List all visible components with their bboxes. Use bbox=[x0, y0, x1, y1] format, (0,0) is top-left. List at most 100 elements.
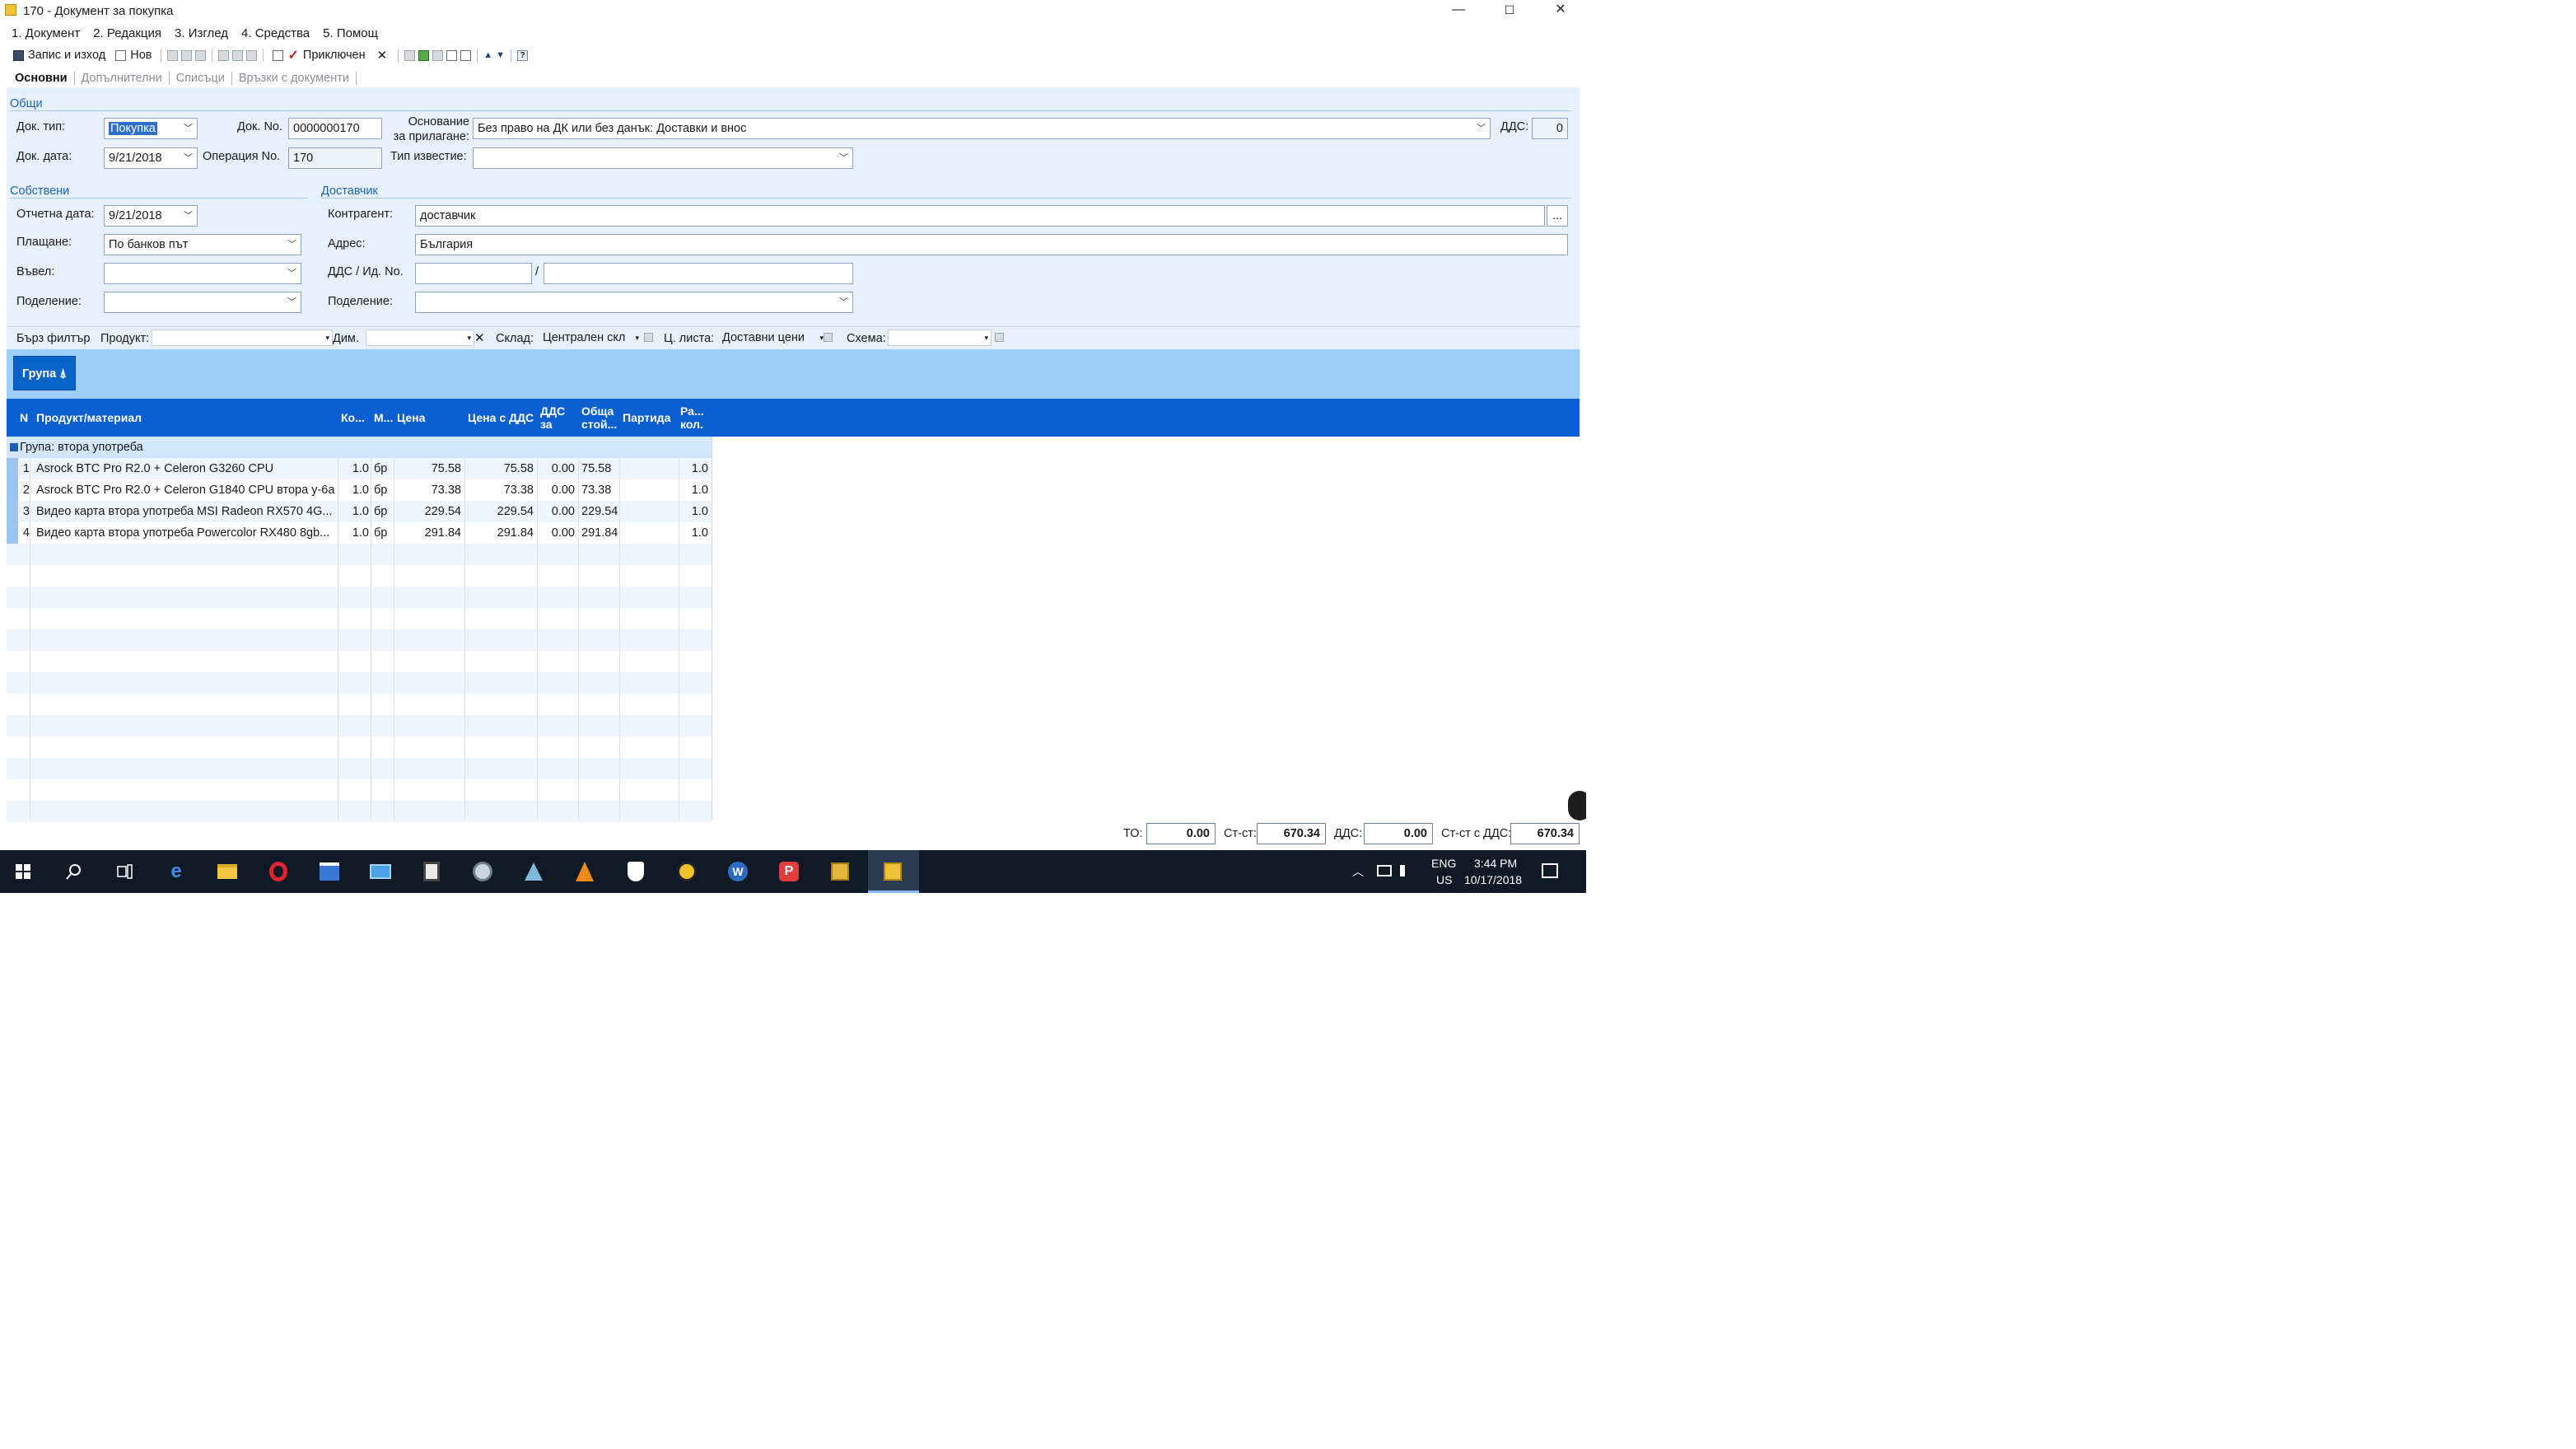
windows-start-icon[interactable] bbox=[12, 860, 35, 883]
table-row[interactable]: 2 Asrock BTC Pro R2.0 + Celeron G1840 CP… bbox=[7, 479, 712, 501]
word-icon[interactable]: W bbox=[726, 860, 749, 883]
basis-select[interactable]: Без право на ДК или без данък: Доставки … bbox=[473, 118, 1491, 139]
id-no-field[interactable] bbox=[544, 263, 853, 284]
task-view-icon[interactable] bbox=[114, 860, 137, 883]
col-header-batch[interactable]: Партида bbox=[623, 399, 670, 437]
save-exit-button[interactable]: Запис и изход bbox=[10, 47, 109, 63]
minimize-button[interactable]: — bbox=[1433, 0, 1484, 21]
tab-document-links[interactable]: Връзки с документи bbox=[232, 72, 357, 85]
vlc-icon[interactable] bbox=[573, 860, 596, 883]
row-selector[interactable] bbox=[7, 458, 18, 479]
row-selector[interactable] bbox=[7, 522, 18, 544]
doc-type-select[interactable]: Покупка ﹀ bbox=[104, 118, 198, 139]
paste-icon[interactable] bbox=[195, 49, 207, 61]
network-icon[interactable] bbox=[1377, 865, 1392, 876]
price-list-select[interactable]: Доставни цени ▾ bbox=[718, 330, 827, 346]
address-field[interactable]: България bbox=[415, 234, 1568, 255]
help-icon[interactable]: ? bbox=[517, 49, 528, 61]
menu-view[interactable]: 3. Изглед bbox=[165, 25, 231, 43]
report-date-picker[interactable]: 9/21/2018 ﹀ bbox=[104, 205, 198, 227]
excel-icon[interactable] bbox=[418, 49, 430, 61]
notification-center-icon[interactable] bbox=[1542, 863, 1558, 878]
print-preview-icon[interactable] bbox=[232, 49, 244, 61]
vat-id-field[interactable] bbox=[415, 263, 532, 284]
paint-icon[interactable] bbox=[522, 860, 545, 883]
copy-icon[interactable] bbox=[181, 49, 193, 61]
active-app-icon[interactable] bbox=[881, 860, 904, 883]
scheme-settings-icon[interactable] bbox=[995, 333, 1004, 342]
col-header-unit[interactable]: М... bbox=[374, 399, 393, 437]
export-icon[interactable] bbox=[246, 49, 258, 61]
file-explorer-icon[interactable] bbox=[216, 860, 239, 883]
price-list-settings-icon[interactable] bbox=[824, 333, 833, 342]
dim-filter-select[interactable]: ▾ bbox=[366, 330, 474, 346]
menu-tools[interactable]: 4. Средства bbox=[231, 25, 313, 43]
col-header-n[interactable]: N bbox=[20, 399, 28, 437]
notice-type-select[interactable]: ﹀ bbox=[473, 147, 853, 169]
collapse-group-icon[interactable] bbox=[10, 443, 18, 451]
group-row[interactable]: Група: втора употреба bbox=[7, 437, 712, 458]
opera-icon[interactable] bbox=[267, 860, 290, 883]
chat-bubble-icon[interactable] bbox=[1568, 791, 1586, 820]
menu-document[interactable]: 1. Документ bbox=[0, 25, 83, 43]
entered-by-select[interactable]: ﹀ bbox=[104, 263, 301, 284]
vat-field[interactable]: 0 bbox=[1532, 118, 1568, 139]
close-button[interactable]: ✕ bbox=[1535, 0, 1586, 21]
move-down-icon[interactable]: ▼ bbox=[496, 50, 505, 60]
language-line1[interactable]: ENG bbox=[1431, 857, 1456, 870]
clock-time[interactable]: 3:44 PM bbox=[1474, 857, 1517, 870]
own-division-select[interactable]: ﹀ bbox=[104, 292, 301, 313]
cut-icon[interactable] bbox=[167, 49, 179, 61]
operation-no-field[interactable]: 170 bbox=[288, 147, 382, 169]
search-icon[interactable] bbox=[63, 860, 86, 883]
col-header-ra[interactable]: Ра... кол. bbox=[680, 399, 704, 437]
row-selector[interactable] bbox=[7, 479, 18, 501]
warehouse-filter-select[interactable]: Централен скл ▾ bbox=[539, 330, 642, 346]
col-header-qty[interactable]: Ко... bbox=[341, 399, 365, 437]
supplier-division-select[interactable]: ﹀ bbox=[415, 292, 853, 313]
edge-icon[interactable]: e bbox=[165, 860, 188, 883]
menu-edit[interactable]: 2. Редакция bbox=[83, 25, 165, 43]
move-up-icon[interactable]: ▲ bbox=[483, 50, 492, 60]
document-copy-icon[interactable] bbox=[446, 49, 458, 61]
menu-help[interactable]: 5. Помощ bbox=[313, 25, 381, 43]
tray-overflow-icon[interactable]: ︿ bbox=[1352, 863, 1364, 880]
tab-main[interactable]: Основни bbox=[8, 72, 75, 85]
maximize-button[interactable]: ☐ bbox=[1484, 0, 1535, 21]
counterparty-browse-button[interactable]: ... bbox=[1547, 205, 1568, 227]
scheme-select[interactable]: ▾ bbox=[888, 330, 992, 346]
payment-select[interactable]: По банков път ﹀ bbox=[104, 234, 301, 255]
group-by-chip[interactable]: Група ⍋ bbox=[13, 356, 76, 390]
doc-date-picker[interactable]: 9/21/2018 ﹀ bbox=[104, 147, 198, 169]
product-filter-select[interactable]: ▾ bbox=[152, 330, 333, 346]
coin-app-icon[interactable] bbox=[675, 860, 698, 883]
language-line2[interactable]: US bbox=[1436, 873, 1452, 886]
pocket-casts-icon[interactable]: P bbox=[777, 860, 800, 883]
calendar-icon[interactable] bbox=[404, 49, 416, 61]
calculator-icon[interactable] bbox=[420, 860, 443, 883]
steam-icon[interactable] bbox=[471, 860, 494, 883]
new-button[interactable]: Нов bbox=[112, 47, 155, 63]
table-row[interactable]: 1 Asrock BTC Pro R2.0 + Celeron G3260 CP… bbox=[7, 458, 712, 479]
attach-icon[interactable] bbox=[432, 49, 444, 61]
table-row[interactable]: 4 Видео карта втора употреба Powercolor … bbox=[7, 522, 712, 544]
completed-toggle[interactable]: ✓ Приключен bbox=[269, 47, 368, 63]
folder-app-icon[interactable] bbox=[828, 860, 852, 883]
cancel-x-icon[interactable]: ✕ bbox=[372, 48, 393, 63]
col-header-price[interactable]: Цена bbox=[397, 399, 425, 437]
col-header-total[interactable]: Обща стой... bbox=[581, 399, 617, 437]
print-icon[interactable] bbox=[218, 49, 230, 61]
row-selector[interactable] bbox=[7, 501, 18, 522]
defender-icon[interactable] bbox=[624, 860, 647, 883]
tab-lists[interactable]: Списъци bbox=[170, 72, 232, 85]
volume-icon[interactable] bbox=[1400, 865, 1413, 876]
counterparty-field[interactable]: доставчик bbox=[415, 205, 1545, 227]
doc-no-field[interactable]: 0000000170 bbox=[288, 118, 382, 139]
remote-desktop-icon[interactable] bbox=[369, 860, 392, 883]
clock-date[interactable]: 10/17/2018 bbox=[1464, 873, 1522, 886]
col-header-price-vat[interactable]: Цена с ДДС bbox=[468, 399, 534, 437]
store-icon[interactable] bbox=[318, 860, 341, 883]
tab-additional[interactable]: Допълнителни bbox=[75, 72, 170, 85]
col-header-vat[interactable]: ДДС за bbox=[540, 399, 565, 437]
warehouse-settings-icon[interactable] bbox=[644, 333, 653, 342]
